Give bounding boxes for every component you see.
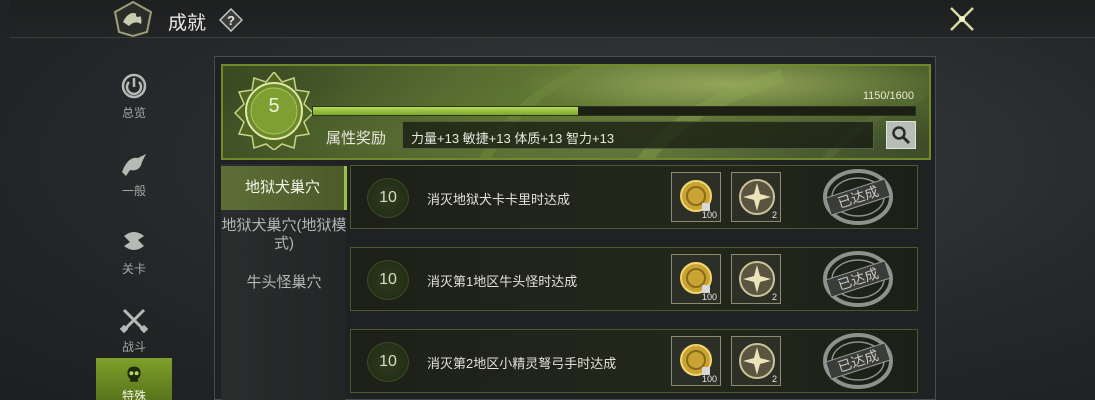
level-number: 5 xyxy=(268,95,280,117)
reward-count: 100 xyxy=(701,210,717,220)
tab-hellhound-den[interactable]: 地狱犬巢穴 xyxy=(221,166,347,210)
stage-icon xyxy=(124,231,144,250)
star-token-reward[interactable]: 2 xyxy=(731,172,781,222)
xp-progress-fill xyxy=(313,107,578,115)
star-token-reward[interactable]: 2 xyxy=(731,254,781,304)
nav-label: 关卡 xyxy=(121,261,146,276)
achievement-points: 10 xyxy=(367,260,409,300)
achievement-row: 10 消灭第1地区牛头怪时达成 100 2 已达成 xyxy=(350,247,918,311)
achievement-text: 消灭地狱犬卡卡里时达成 xyxy=(427,192,571,207)
achievement-text: 消灭第2地区小精灵弩弓手时达成 xyxy=(427,356,617,371)
star-token-reward[interactable]: 2 xyxy=(731,336,781,386)
nav-item-overview[interactable]: 总览 xyxy=(96,60,172,130)
reward-count: 100 xyxy=(701,374,717,384)
search-button[interactable] xyxy=(886,121,916,149)
achievement-emblem-icon xyxy=(108,0,158,38)
tab-minotaur-den[interactable]: 牛头怪巢穴 xyxy=(221,274,347,296)
reward-count: 2 xyxy=(771,374,777,384)
reward-count: 100 xyxy=(701,292,717,302)
nav-item-general[interactable]: 一般 xyxy=(96,138,172,208)
achievement-row: 10 消灭第2地区小精灵弩弓手时达成 100 2 已达成 xyxy=(350,329,918,393)
achieved-stamp: 已达成 xyxy=(823,333,893,389)
xp-progress-bar xyxy=(312,106,916,116)
achievement-points: 10 xyxy=(367,178,409,218)
xp-text: 1150/1600 xyxy=(862,90,914,102)
reward-count: 2 xyxy=(771,292,777,302)
skull-icon xyxy=(127,366,141,382)
nav-item-special[interactable]: 特殊 xyxy=(96,358,172,400)
close-x-icon[interactable] xyxy=(946,4,978,34)
magnifier-icon xyxy=(892,126,911,145)
overview-icon xyxy=(121,73,147,98)
achievement-text: 消灭第1地区牛头怪时达成 xyxy=(427,274,578,289)
page-title: 成就 xyxy=(168,13,207,34)
dragon-icon xyxy=(122,153,146,176)
question-icon[interactable]: ? xyxy=(218,8,244,32)
achievement-row: 10 消灭地狱犬卡卡里时达成 100 2 已达成 xyxy=(350,165,918,229)
gold-coin-reward[interactable]: 100 xyxy=(671,254,721,304)
nav-label: 战斗 xyxy=(121,339,146,354)
nav-label: 总览 xyxy=(121,105,146,120)
gold-coin-reward[interactable]: 100 xyxy=(671,336,721,386)
gold-coin-reward[interactable]: 100 xyxy=(671,172,721,222)
nav-label: 特殊 xyxy=(121,389,146,400)
attribute-reward-label: 属性奖励 xyxy=(326,130,387,147)
achieved-stamp: 已达成 xyxy=(823,169,893,225)
reward-count: 2 xyxy=(771,210,777,220)
svg-text:?: ? xyxy=(227,13,235,28)
nav-item-stage[interactable]: 关卡 xyxy=(96,216,172,286)
nav-item-battle[interactable]: 战斗 xyxy=(96,294,172,364)
attribute-reward-value: 力量+13 敏捷+13 体质+13 智力+13 xyxy=(402,121,874,149)
tab-hellhound-den-hell[interactable]: 地狱犬巢穴(地狱模式) xyxy=(221,217,347,259)
achieved-stamp: 已达成 xyxy=(823,251,893,307)
nav-label: 一般 xyxy=(121,183,146,198)
achievement-points: 10 xyxy=(367,342,409,382)
crossed-swords-icon xyxy=(119,308,149,333)
